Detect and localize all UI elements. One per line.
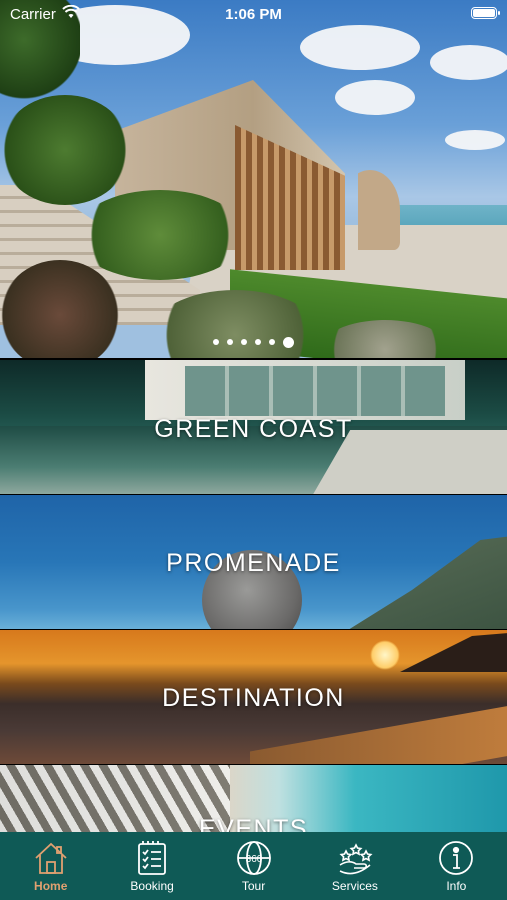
battery-icon: [471, 7, 500, 19]
hero-carousel[interactable]: [0, 0, 507, 358]
tab-home[interactable]: Home: [0, 832, 101, 900]
destination-label: DESTINATION: [162, 684, 345, 712]
tab-bar: Home Booking 360 Tour Services Info: [0, 832, 507, 900]
promenade-section[interactable]: PROMENADE: [0, 495, 507, 629]
carousel-page-indicator[interactable]: [0, 335, 507, 349]
tab-booking-label: Booking: [130, 879, 174, 893]
360-tour-icon: 360: [236, 841, 271, 875]
tab-tour-label: Tour: [241, 879, 266, 893]
page-dot[interactable]: [255, 339, 261, 345]
tab-services[interactable]: Services: [304, 832, 405, 900]
page-dot-active[interactable]: [283, 336, 294, 348]
page-dot[interactable]: [241, 339, 247, 345]
green-coast-section[interactable]: GREEN COAST: [0, 360, 507, 494]
page-dot[interactable]: [269, 339, 275, 345]
page-dot[interactable]: [227, 339, 233, 345]
booking-checklist-icon: [138, 841, 167, 875]
events-section[interactable]: EVENTS: [0, 765, 507, 835]
page-dot[interactable]: [213, 339, 219, 345]
tab-booking[interactable]: Booking: [101, 832, 202, 900]
info-icon: [439, 841, 474, 875]
status-bar: Carrier 1:06 PM: [0, 0, 507, 28]
house-icon: [35, 842, 67, 874]
tab-home-label: Home: [34, 879, 68, 893]
clock: 1:06 PM: [225, 6, 282, 23]
green-coast-label: GREEN COAST: [154, 415, 353, 443]
tab-info-label: Info: [446, 879, 467, 893]
services-hand-stars-icon: [339, 843, 373, 875]
promenade-label: PROMENADE: [166, 549, 341, 577]
tab-services-label: Services: [331, 879, 378, 893]
tab-info[interactable]: Info: [406, 832, 507, 900]
tab-tour[interactable]: 360 Tour: [203, 832, 304, 900]
svg-text:360: 360: [245, 854, 262, 865]
destination-section[interactable]: DESTINATION: [0, 630, 507, 764]
